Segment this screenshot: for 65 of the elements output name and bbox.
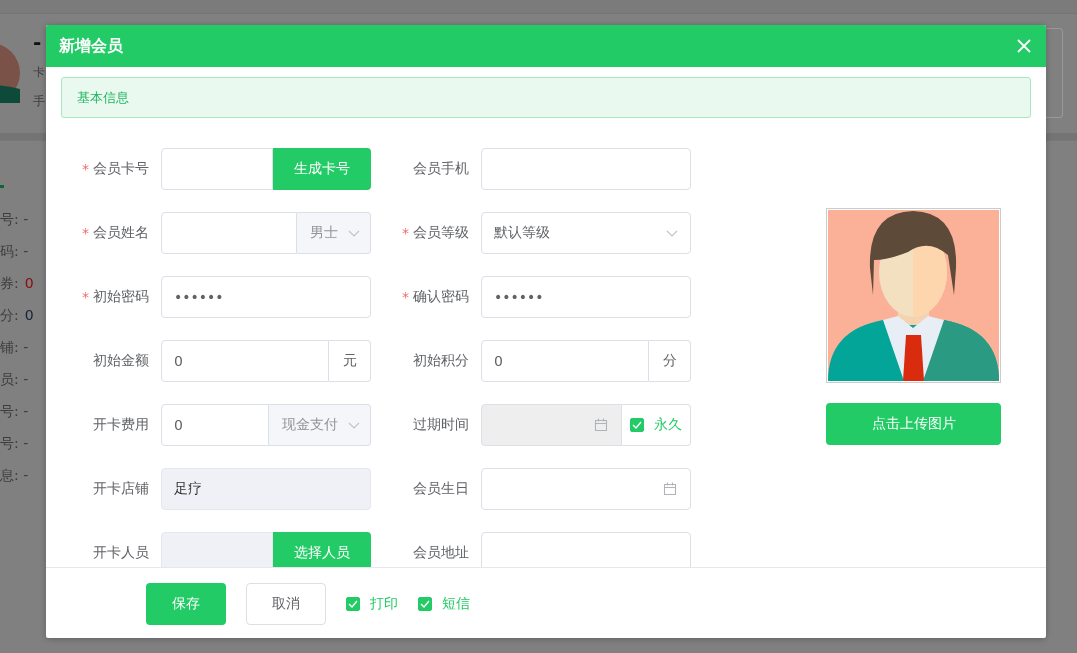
- field-label: 会员等级: [413, 224, 469, 242]
- required-mark: *: [402, 289, 409, 305]
- detail-text: 码: -: [0, 242, 29, 260]
- chevron-down-icon: [348, 229, 360, 237]
- tab-indicator: [0, 185, 4, 188]
- field-label: 会员地址: [413, 544, 469, 562]
- checkbox[interactable]: [418, 597, 432, 611]
- select-field[interactable]: 现金支付: [269, 404, 371, 446]
- input-field[interactable]: 0: [161, 340, 329, 382]
- input-field[interactable]: 0: [481, 340, 649, 382]
- append-button[interactable]: 生成卡号: [273, 148, 371, 190]
- checkbox-label[interactable]: 打印: [370, 595, 398, 613]
- upload-button[interactable]: 点击上传图片: [826, 403, 1001, 445]
- field-label: 开卡费用: [93, 416, 149, 434]
- select-field[interactable]: 默认等级: [481, 212, 691, 254]
- select-field[interactable]: 男士: [297, 212, 371, 254]
- field-label: 会员生日: [413, 480, 469, 498]
- input-field[interactable]: 0: [161, 404, 269, 446]
- save-button[interactable]: 保存: [146, 583, 226, 625]
- cancel-button[interactable]: 取消: [246, 583, 326, 625]
- detail-text: 员: -: [0, 370, 29, 388]
- input-field[interactable]: ••••••: [481, 276, 691, 318]
- chevron-down-icon: [348, 421, 360, 429]
- chevron-down-icon: [666, 229, 678, 237]
- checkbox-label[interactable]: 短信: [442, 595, 470, 613]
- input-field[interactable]: [481, 532, 691, 567]
- profile-text: 卡: [33, 64, 45, 81]
- input-field[interactable]: [481, 148, 691, 190]
- detail-label: 券:: [0, 274, 19, 292]
- unit-label: 分: [649, 340, 691, 382]
- required-mark: *: [402, 225, 409, 241]
- date-field[interactable]: [481, 468, 691, 510]
- unit-label: 元: [329, 340, 371, 382]
- calendar-icon: [663, 482, 677, 496]
- profile-text: 手: [33, 93, 45, 110]
- detail-text: 息: -: [0, 466, 29, 484]
- detail-value: 0: [24, 306, 34, 324]
- required-mark: *: [82, 161, 89, 177]
- detail-value: 0: [24, 274, 34, 292]
- field-label: 会员姓名: [93, 224, 149, 242]
- field-label: 初始密码: [93, 288, 149, 306]
- field-label: 初始积分: [413, 352, 469, 370]
- detail-label: 分:: [0, 306, 19, 324]
- close-icon[interactable]: [1017, 39, 1031, 53]
- profile-name: -: [33, 32, 43, 52]
- detail-text: 铺: -: [0, 338, 29, 356]
- input-field[interactable]: [161, 212, 297, 254]
- detail-text: 号: -: [0, 434, 29, 452]
- input-field[interactable]: [161, 148, 273, 190]
- required-mark: *: [82, 289, 89, 305]
- field-label: 初始金额: [93, 352, 149, 370]
- field-label: 确认密码: [413, 288, 469, 306]
- checkbox[interactable]: [346, 597, 360, 611]
- field-label: 过期时间: [413, 416, 469, 434]
- required-mark: *: [82, 225, 89, 241]
- calendar-icon: [594, 418, 608, 432]
- dialog-title: 新增会员: [59, 35, 123, 57]
- field-label: 会员卡号: [93, 160, 149, 178]
- section-header: 基本信息: [61, 77, 1031, 118]
- field-label: 开卡店铺: [93, 480, 149, 498]
- detail-text: 号: -: [0, 402, 29, 420]
- detail-text: 号: -: [0, 210, 29, 228]
- input-field[interactable]: ••••••: [161, 276, 371, 318]
- field-label: 开卡人员: [93, 544, 149, 562]
- field-label: 会员手机: [413, 160, 469, 178]
